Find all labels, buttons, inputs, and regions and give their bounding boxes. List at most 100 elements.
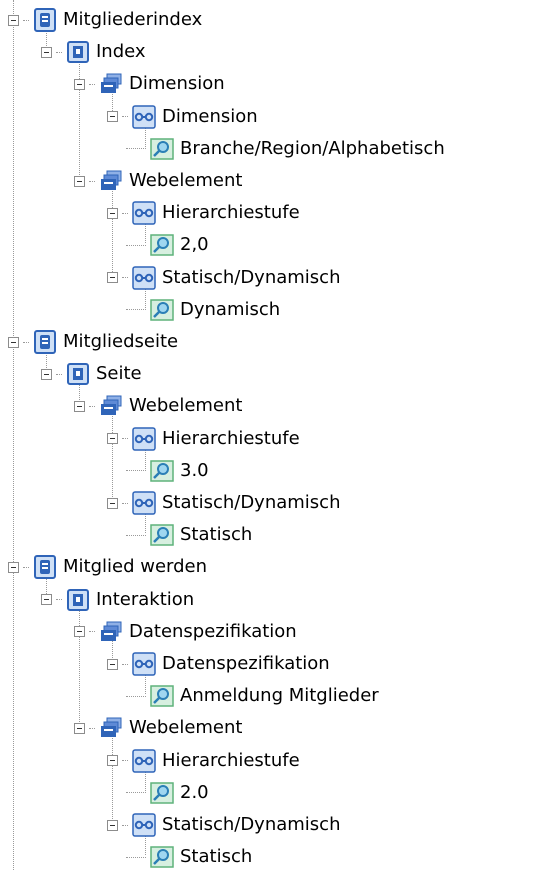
collapse-toggle-icon[interactable] xyxy=(107,272,118,284)
tree-item-label: Statisch xyxy=(180,524,253,546)
tree-connector xyxy=(122,760,128,762)
tree-connector xyxy=(122,663,128,665)
tree-item-value[interactable]: 2,0 xyxy=(126,231,209,259)
tree-item-attribute[interactable]: Statisch/Dynamisch xyxy=(107,489,341,517)
collapse-toggle-icon[interactable] xyxy=(74,78,85,90)
link-chain-icon xyxy=(132,201,156,225)
tree-connector xyxy=(89,83,95,85)
cylinder-db-icon xyxy=(33,330,57,354)
tree-item-label: Dynamisch xyxy=(180,298,281,320)
tree-item-label: Mitglied werden xyxy=(63,556,208,578)
tree-view: Mitgliederindex Index Dimension Dimensio… xyxy=(0,0,557,870)
collapse-toggle-icon[interactable] xyxy=(74,175,85,187)
collapse-toggle-icon[interactable] xyxy=(107,433,118,445)
tree-item-folder[interactable]: Webelement xyxy=(74,392,242,420)
magnifier-value-icon xyxy=(150,523,174,547)
collapse-toggle-icon[interactable] xyxy=(8,336,19,348)
tree-item-label: 2.0 xyxy=(180,781,209,803)
tree-item-label: Anmeldung Mitglieder xyxy=(180,685,379,707)
tree-item-value[interactable]: 2.0 xyxy=(126,779,209,807)
tree-item-label: 2,0 xyxy=(180,234,209,256)
stack-icon xyxy=(99,620,123,644)
collapse-toggle-icon[interactable] xyxy=(107,497,118,509)
collapse-toggle-icon[interactable] xyxy=(107,755,118,767)
collapse-toggle-icon[interactable] xyxy=(8,14,19,26)
tree-item-label: Webelement xyxy=(129,170,243,191)
tree-item-label: Statisch/Dynamisch xyxy=(162,492,341,513)
tree-item-label: Seite xyxy=(96,363,142,385)
tree-connector xyxy=(122,116,128,118)
collapse-toggle-icon[interactable] xyxy=(107,207,118,219)
magnifier-value-icon xyxy=(150,298,174,322)
tree-item-attribute[interactable]: Datenspezifikation xyxy=(107,650,330,678)
stack-icon xyxy=(99,394,123,418)
tree-item-label: Webelement xyxy=(129,717,243,739)
tree-item-label: Statisch/Dynamisch xyxy=(162,266,341,288)
tree-item-group[interactable]: Mitgliederindex xyxy=(8,6,202,34)
tree-item-label: 3.0 xyxy=(180,459,209,481)
tree-connector xyxy=(126,534,146,536)
collapse-toggle-icon[interactable] xyxy=(74,626,85,638)
link-chain-icon xyxy=(132,748,156,773)
magnifier-value-icon xyxy=(150,233,174,257)
tree-item-attribute[interactable]: Hierarchiestufe xyxy=(107,747,300,775)
tree-connector xyxy=(122,277,128,279)
link-chain-icon xyxy=(132,491,156,515)
tree-item-label: Datenspezifikation xyxy=(162,653,330,674)
tree-item-label: Datenspezifikation xyxy=(129,620,297,642)
tree-item-value[interactable]: Dynamisch xyxy=(126,296,280,324)
tree-item-label: Index xyxy=(96,41,146,63)
tree-connector xyxy=(126,792,146,794)
tree-item-attribute[interactable]: Dimension xyxy=(107,103,258,131)
tree-connector xyxy=(89,727,95,729)
tree-connector xyxy=(126,695,146,697)
collapse-toggle-icon[interactable] xyxy=(107,658,118,670)
cylinder-db-icon xyxy=(33,8,57,32)
tree-item-attribute[interactable]: Statisch/Dynamisch xyxy=(107,811,341,839)
tree-connector xyxy=(89,180,95,182)
collapse-toggle-icon[interactable] xyxy=(41,368,52,380)
tree-connector xyxy=(126,244,146,246)
tree-item-value[interactable]: 3.0 xyxy=(126,457,209,485)
tree-item-node[interactable]: Seite xyxy=(41,360,142,388)
tree-item-folder[interactable]: Dimension xyxy=(74,70,225,98)
collapse-toggle-icon[interactable] xyxy=(107,111,118,123)
collapse-toggle-icon[interactable] xyxy=(41,46,52,58)
collapse-toggle-icon[interactable] xyxy=(74,722,85,734)
tree-connector xyxy=(23,341,29,343)
tree-connector xyxy=(23,19,29,21)
collapse-toggle-icon[interactable] xyxy=(74,400,85,412)
tree-item-group[interactable]: Mitgliedseite xyxy=(8,328,178,356)
tree-connector xyxy=(56,599,62,601)
tree-item-attribute[interactable]: Hierarchiestufe xyxy=(107,425,300,453)
tree-item-attribute[interactable]: Statisch/Dynamisch xyxy=(107,264,341,292)
tree-item-folder[interactable]: Webelement xyxy=(74,714,242,742)
tree-item-attribute[interactable]: Hierarchiestufe xyxy=(107,199,300,227)
tree-item-value[interactable]: Anmeldung Mitglieder xyxy=(126,682,379,710)
tree-item-label: Webelement xyxy=(129,395,243,417)
container-icon xyxy=(66,40,90,64)
tree-connector xyxy=(89,631,95,633)
magnifier-value-icon xyxy=(150,459,174,483)
collapse-toggle-icon[interactable] xyxy=(8,561,19,573)
tree-item-folder[interactable]: Webelement xyxy=(74,167,242,195)
collapse-toggle-icon[interactable] xyxy=(41,594,52,606)
tree-connector xyxy=(122,212,128,214)
collapse-toggle-icon[interactable] xyxy=(107,819,118,831)
magnifier-value-icon xyxy=(150,781,174,805)
tree-connector xyxy=(23,566,29,568)
tree-item-folder[interactable]: Datenspezifikation xyxy=(74,618,297,646)
tree-item-label: Interaktion xyxy=(96,588,195,610)
stack-icon xyxy=(99,72,123,96)
tree-item-label: Hierarchiestufe xyxy=(162,202,300,224)
tree-item-label: Statisch xyxy=(180,846,253,868)
tree-item-node[interactable]: Index xyxy=(41,38,146,66)
tree-item-label: Dimension xyxy=(162,105,258,127)
tree-item-group[interactable]: Mitglied werden xyxy=(8,553,207,581)
tree-item-value[interactable]: Statisch xyxy=(126,843,252,871)
tree-item-label: Mitgliedseite xyxy=(63,331,179,352)
tree-item-value[interactable]: Statisch xyxy=(126,521,252,549)
tree-item-node[interactable]: Interaktion xyxy=(41,586,194,614)
magnifier-value-icon xyxy=(150,137,174,161)
tree-item-value[interactable]: Branche/Region/Alphabetisch xyxy=(126,135,445,163)
